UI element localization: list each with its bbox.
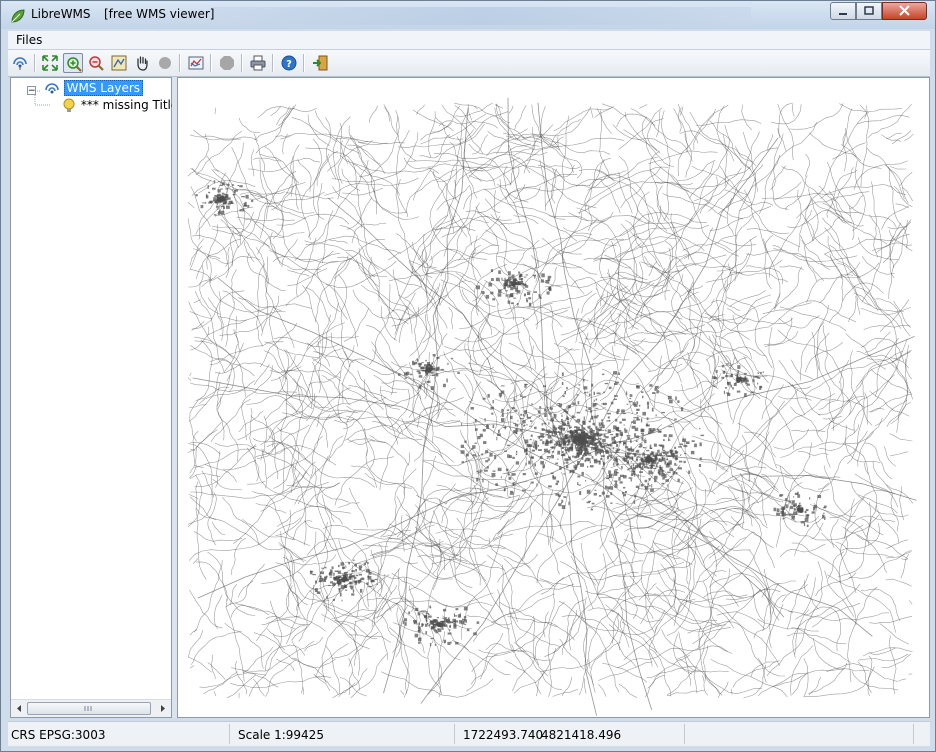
zoom-out-button[interactable] xyxy=(86,53,106,73)
layer-title[interactable]: *** missing Title xyxy=(81,98,178,112)
toolbar-separator xyxy=(210,54,212,72)
close-button[interactable] xyxy=(882,2,927,20)
print-button[interactable] xyxy=(248,53,268,73)
minimize-button[interactable] xyxy=(830,2,856,20)
wms-connect-icon xyxy=(13,57,27,70)
pan-hand-icon xyxy=(137,56,148,71)
tree-horizontal-scrollbar[interactable] xyxy=(11,699,171,717)
exit-button[interactable] xyxy=(310,53,330,73)
layer-tree: − WMS Layers *** missing Title xyxy=(10,77,178,718)
wms-server-icon xyxy=(44,81,60,97)
wms-connect-button[interactable] xyxy=(10,53,30,73)
scroll-left-icon[interactable] xyxy=(13,701,25,716)
menu-files[interactable]: Files xyxy=(16,33,42,47)
map-refresh-icon xyxy=(188,56,204,70)
close-icon xyxy=(899,5,910,16)
print-icon xyxy=(250,55,266,71)
map-canvas[interactable] xyxy=(177,77,930,718)
title-bar[interactable]: LibreWMS [free WMS viewer] xyxy=(1,1,935,29)
minimize-icon xyxy=(839,13,847,15)
help-button[interactable]: ? xyxy=(279,53,299,73)
exit-icon xyxy=(313,55,328,71)
toolbar-separator xyxy=(272,54,274,72)
scroll-right-icon[interactable] xyxy=(157,701,169,716)
stop-button[interactable] xyxy=(217,53,237,73)
svg-text:?: ? xyxy=(286,59,292,70)
lightbulb-icon xyxy=(61,98,77,114)
crs-status: CRS EPSG:3003 xyxy=(11,728,106,742)
zoom-out-icon xyxy=(89,56,104,71)
scroll-thumb[interactable] xyxy=(27,702,151,715)
maximize-button[interactable] xyxy=(856,2,882,20)
tree-root-label[interactable]: WMS Layers xyxy=(63,80,144,96)
zoom-in-icon xyxy=(67,57,82,72)
status-separator xyxy=(229,724,230,744)
status-separator xyxy=(684,724,685,744)
y-coordinate: 4821418.496 xyxy=(541,728,622,742)
status-bar: CRS EPSG:3003 Scale 1:99425 1722493.740 … xyxy=(8,721,930,746)
maximize-icon xyxy=(864,6,874,15)
menu-bar: Files xyxy=(8,31,930,50)
window-subtitle: [free WMS viewer] xyxy=(104,7,215,21)
zoom-to-layer-icon xyxy=(111,55,127,71)
app-window: LibreWMS [free WMS viewer] Files ? − WMS… xyxy=(0,0,936,752)
librewms-app-icon xyxy=(9,7,27,25)
background-blur xyxy=(211,7,751,25)
status-separator xyxy=(913,724,914,744)
window-title: LibreWMS xyxy=(31,7,91,21)
pan-button[interactable] xyxy=(132,53,152,73)
tree-root-row[interactable]: − WMS Layers xyxy=(27,80,144,98)
wms-map-image[interactable] xyxy=(178,78,929,717)
zoom-full-extent-icon xyxy=(42,55,58,71)
toolbar-separator xyxy=(303,54,305,72)
toolbar-separator xyxy=(179,54,181,72)
help-icon: ? xyxy=(281,55,297,71)
zoom-to-layer-button[interactable] xyxy=(109,53,129,73)
x-coordinate: 1722493.740 xyxy=(463,728,544,742)
status-separator xyxy=(454,724,455,744)
toolbar-separator xyxy=(241,54,243,72)
zoom-full-extent-button[interactable] xyxy=(40,53,60,73)
disabled-tool-icon xyxy=(159,57,171,69)
collapse-toggle-icon[interactable]: − xyxy=(27,86,36,96)
zoom-in-button[interactable] xyxy=(63,53,83,73)
toolbar: ? xyxy=(8,50,930,77)
scale-status: Scale 1:99425 xyxy=(238,728,324,742)
grip-icon xyxy=(84,706,92,711)
stop-icon xyxy=(220,56,234,70)
tree-layer-item[interactable]: *** missing Title xyxy=(61,98,178,115)
toolbar-separator xyxy=(34,54,36,72)
map-refresh-button[interactable] xyxy=(186,53,206,73)
disabled-tool-button[interactable] xyxy=(155,53,175,73)
